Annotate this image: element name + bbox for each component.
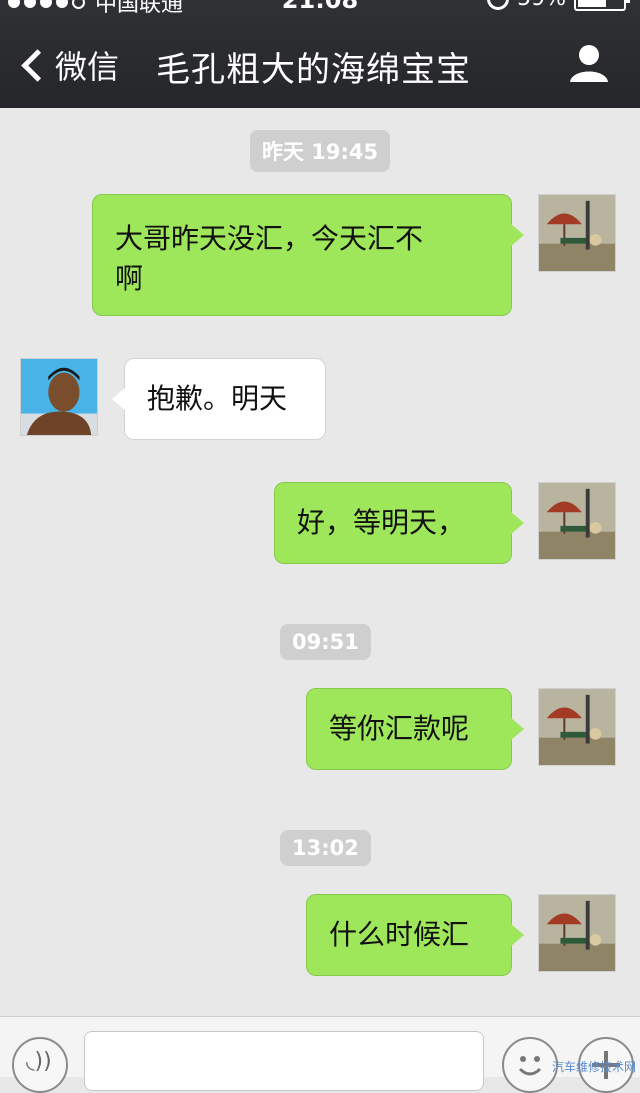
timestamp: 13:02 [280,830,371,866]
timestamp: 昨天 19:45 [250,130,391,172]
input-bar: ◟)) 汽车维修技术网 [0,1016,640,1093]
message-text: 啊 [115,262,144,295]
message-text: 抱歉。明天 [147,382,288,415]
contact-profile-icon[interactable] [568,42,610,84]
back-label: 微信 [55,48,120,86]
my-avatar[interactable] [538,194,616,272]
top-bar: 中国联通 21:08 59% 微信 毛孔粗大的海绵宝宝 [0,0,640,108]
message-bubble-outgoing[interactable]: 什么时候汇 [306,894,524,976]
voice-input-button[interactable]: ◟)) [12,1037,68,1093]
timestamp: 09:51 [280,624,371,660]
umbrella-painting-image [539,895,615,971]
status-right: 59% [487,0,630,11]
battery-percent: 59% [517,0,566,11]
my-avatar[interactable] [538,482,616,560]
status-bar: 中国联通 21:08 59% [0,0,640,17]
message-text: 什么时候汇 [329,918,470,951]
message-text: 好，等明天， [297,506,466,539]
contact-avatar[interactable] [20,358,98,436]
smiley-icon [518,1056,542,1076]
chat-title: 毛孔粗大的海绵宝宝 [156,50,471,90]
chevron-left-icon [21,48,54,82]
voice-icon: ◟)) [26,1049,52,1074]
man-portrait-image [21,359,97,435]
message-text: 大哥昨天没汇，今天汇不 [115,222,424,255]
message-bubble-outgoing[interactable]: 大哥昨天没汇，今天汇不 啊 [92,194,524,316]
my-avatar[interactable] [538,894,616,972]
umbrella-painting-image [539,195,615,271]
message-bubble-outgoing[interactable]: 等你汇款呢 [306,688,524,770]
umbrella-painting-image [539,689,615,765]
message-bubble-outgoing[interactable]: 好，等明天， [274,482,524,564]
rotation-lock-icon [487,0,510,10]
message-bubble-incoming[interactable]: 抱歉。明天 [112,358,326,440]
back-button[interactable]: 微信 [18,42,119,88]
umbrella-painting-image [539,483,615,559]
message-text: 等你汇款呢 [329,712,470,745]
my-avatar[interactable] [538,688,616,766]
watermark: 汽车维修技术网 [551,1060,636,1074]
battery-icon [574,0,630,11]
chat-area[interactable]: 昨天 19:45 大哥昨天没汇，今天汇不 啊 抱歉。明天 好，等明天， 09:5… [0,108,640,1016]
emoji-button[interactable] [502,1037,558,1093]
message-input[interactable] [84,1031,484,1091]
